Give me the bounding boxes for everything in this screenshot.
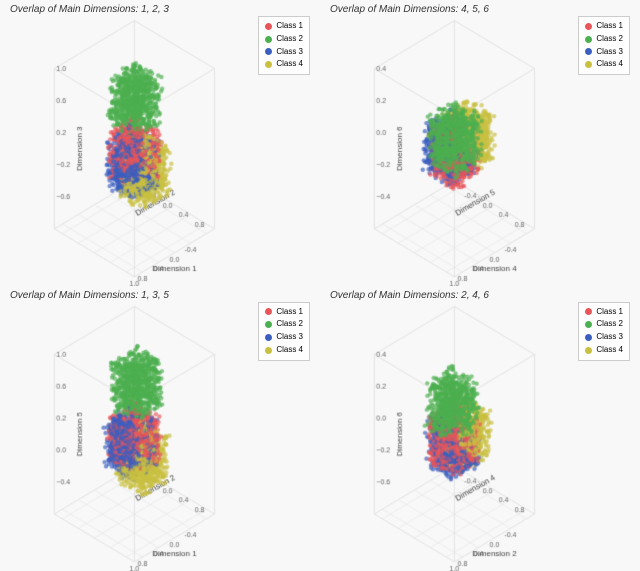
legend-dot-class2 [265,321,272,328]
legend-label: Class 1 [596,20,623,33]
legend-dot-class3 [585,48,592,55]
panel-top-right: Overlap of Main Dimensions: 4, 5, 6 Clas… [320,0,640,286]
legend-item: Class 1 [585,20,623,33]
legend-item: Class 4 [585,58,623,71]
legend-dot-class1 [585,23,592,30]
panel-title-tl: Overlap of Main Dimensions: 1, 2, 3 [10,4,169,15]
legend-label: Class 1 [276,306,303,319]
legend-tl: Class 1 Class 2 Class 3 Class 4 [258,16,310,75]
legend-label-class2: Class 2 [276,33,303,46]
legend-item: Class 1 [265,306,303,319]
panel-title-tr: Overlap of Main Dimensions: 4, 5, 6 [330,4,489,15]
legend-dot-class4 [585,347,592,354]
panel-title-bl: Overlap of Main Dimensions: 1, 3, 5 [10,290,169,301]
legend-label-class1: Class 1 [276,20,303,33]
legend-dot-class3 [585,334,592,341]
legend-item: Class 3 [265,46,303,59]
panel-top-left: Overlap of Main Dimensions: 1, 2, 3 Clas… [0,0,320,286]
legend-item: Class 2 [265,33,303,46]
legend-dot-class4 [265,61,272,68]
legend-dot-class1 [265,308,272,315]
legend-dot-class3 [265,334,272,341]
legend-label: Class 3 [596,46,623,59]
legend-dot-class1 [585,308,592,315]
legend-label: Class 4 [596,58,623,71]
legend-dot-class1 [265,23,272,30]
legend-dot-class2 [265,36,272,43]
panel-bottom-right: Overlap of Main Dimensions: 2, 4, 6 Clas… [320,286,640,571]
legend-label: Class 2 [596,318,623,331]
legend-label-class4: Class 4 [276,58,303,71]
legend-label: Class 2 [276,318,303,331]
panel-title-br: Overlap of Main Dimensions: 2, 4, 6 [330,290,489,301]
panel-bottom-left: Overlap of Main Dimensions: 1, 3, 5 Clas… [0,286,320,571]
legend-dot-class3 [265,48,272,55]
legend-dot-class4 [585,61,592,68]
legend-label-class3: Class 3 [276,46,303,59]
legend-item: Class 3 [265,331,303,344]
legend-dot-class2 [585,321,592,328]
legend-item: Class 2 [265,318,303,331]
legend-label: Class 1 [596,306,623,319]
legend-label: Class 3 [596,331,623,344]
legend-label: Class 4 [276,344,303,357]
legend-dot-class2 [585,36,592,43]
legend-label: Class 4 [596,344,623,357]
legend-item: Class 2 [585,318,623,331]
legend-item: Class 1 [585,306,623,319]
legend-label: Class 2 [596,33,623,46]
legend-bl: Class 1 Class 2 Class 3 Class 4 [258,302,310,361]
legend-item: Class 4 [265,344,303,357]
legend-item: Class 3 [585,331,623,344]
legend-label: Class 3 [276,331,303,344]
legend-item: Class 4 [265,58,303,71]
legend-item: Class 1 [265,20,303,33]
legend-item: Class 3 [585,46,623,59]
legend-item: Class 2 [585,33,623,46]
legend-item: Class 4 [585,344,623,357]
legend-br: Class 1 Class 2 Class 3 Class 4 [578,302,630,361]
main-grid: Overlap of Main Dimensions: 1, 2, 3 Clas… [0,0,640,571]
legend-dot-class4 [265,347,272,354]
legend-tr: Class 1 Class 2 Class 3 Class 4 [578,16,630,75]
